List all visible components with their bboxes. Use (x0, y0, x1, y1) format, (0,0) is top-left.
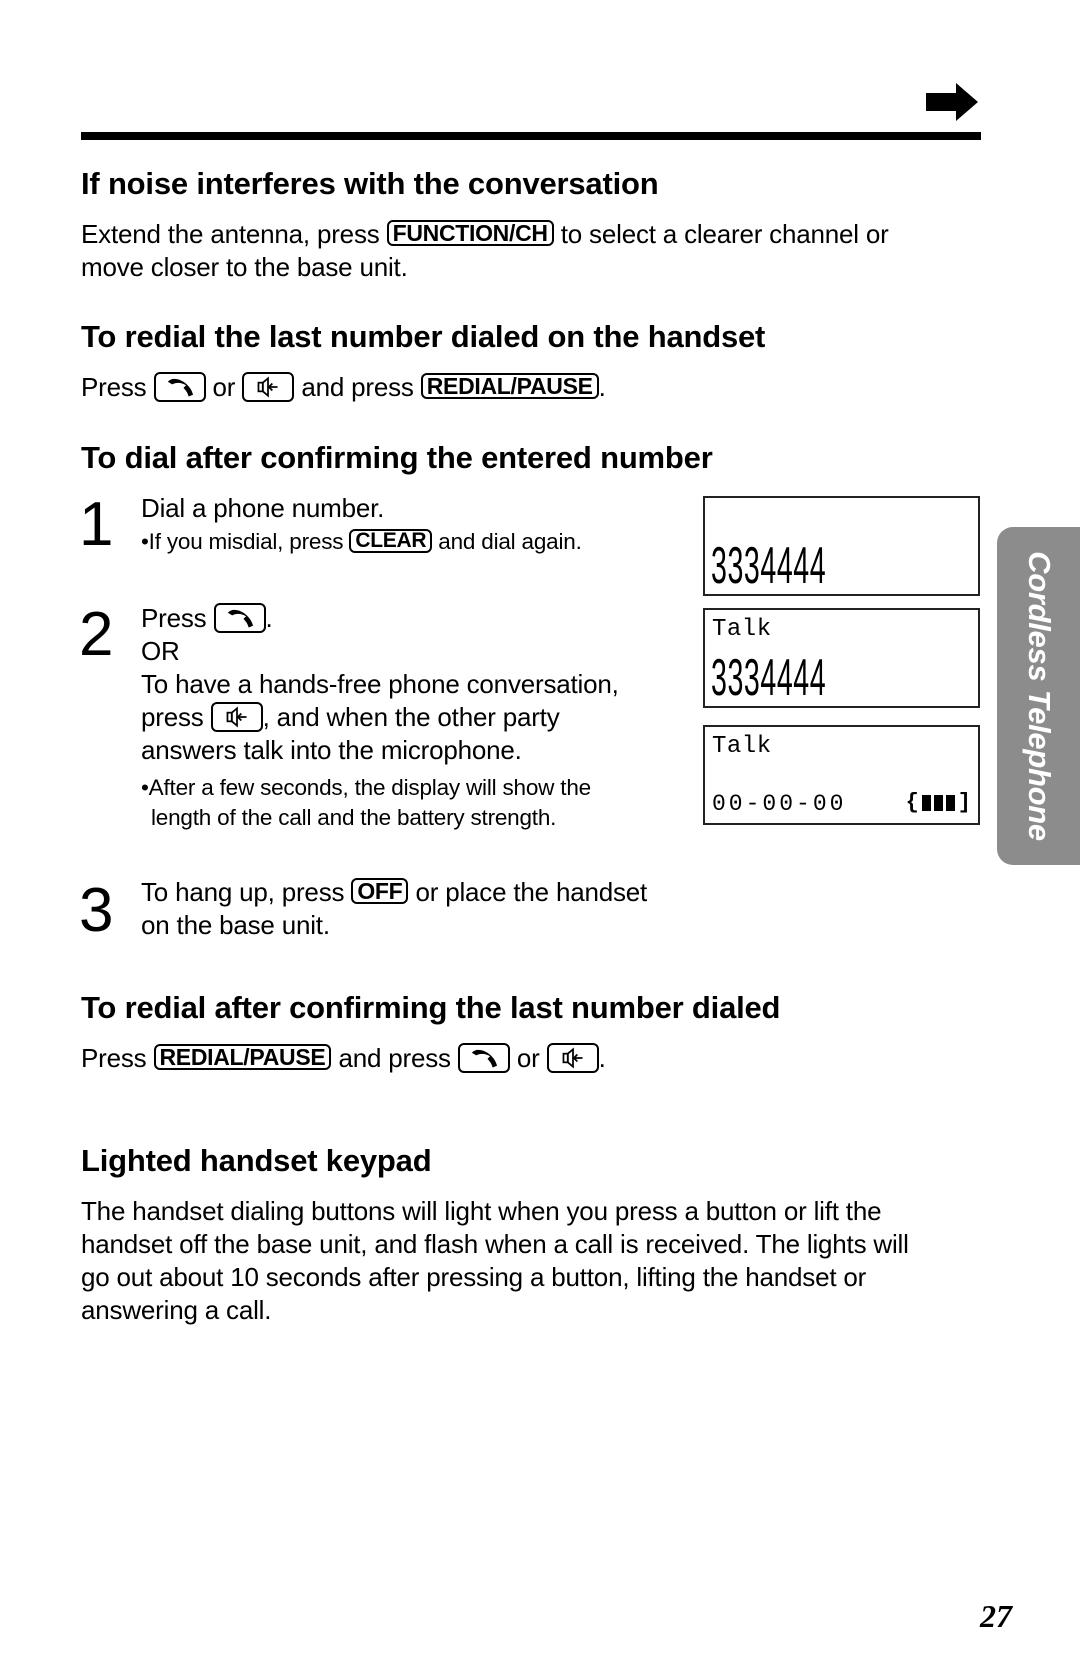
clear-key[interactable]: CLEAR (349, 529, 433, 553)
battery-bar (933, 794, 943, 811)
instruction-text: and press (338, 1043, 451, 1073)
redial-pause-key[interactable]: REDIAL/PAUSE (153, 1044, 332, 1070)
paragraph-line: answering a call. (81, 1295, 272, 1325)
page-number: 27 (980, 1598, 1012, 1634)
step-text: To have a hands-free phone conversation, (141, 669, 619, 699)
redial-confirm-heading: To redial after confirming the last numb… (81, 990, 781, 1025)
step-text: press (141, 702, 204, 732)
noise-text: move closer to the base unit. (81, 252, 408, 282)
speakerphone-key-icon[interactable] (210, 702, 263, 732)
step-note: •After a few seconds, the display will s… (141, 775, 591, 800)
speakerphone-key-icon[interactable] (242, 372, 295, 402)
step-text: answers talk into the microphone. (141, 735, 522, 765)
side-tab-label: Cordless Telephone (1021, 551, 1057, 841)
dial-confirm-heading: To dial after confirming the entered num… (81, 440, 713, 475)
instruction-text: . (598, 1043, 606, 1073)
step-text: on the base unit. (141, 910, 330, 940)
battery-bar (945, 794, 955, 811)
speakerphone-key-icon[interactable] (546, 1043, 599, 1073)
note-text: and dial again. (438, 529, 582, 554)
step-text: Press (141, 603, 207, 633)
redial-last-heading: To redial the last number dialed on the … (81, 319, 766, 354)
side-tab: Cordless Telephone (997, 527, 1080, 865)
battery-icon: { ] (906, 790, 971, 815)
talk-key-icon[interactable] (213, 603, 266, 633)
step-1: Dial a phone number. •If you misdial, pr… (141, 492, 582, 557)
noise-paragraph: Extend the antenna, press FUNCTION/CH to… (81, 218, 889, 284)
lcd-display-timer: Talk 00-00-00 { ] (703, 725, 980, 825)
paragraph-line: The handset dialing buttons will light w… (81, 1196, 882, 1226)
header-rule (81, 132, 981, 140)
step-2: Press . OR To have a hands-free phone co… (141, 602, 619, 833)
noise-text: Extend the antenna, press (81, 219, 380, 249)
paragraph-line: handset off the base unit, and flash whe… (81, 1229, 909, 1259)
lcd-label: Talk (712, 616, 772, 643)
instruction-text: or (212, 372, 236, 402)
battery-bracket: ] (957, 790, 971, 815)
step-text: To hang up, press (141, 877, 345, 907)
step-number: 3 (79, 876, 114, 945)
step-text: press , and when the other party (141, 701, 619, 734)
redial-last-instruction: Press or and press REDIAL/PAUSE. (81, 371, 606, 404)
instruction-text: Press (81, 1043, 147, 1073)
talk-key-icon[interactable] (457, 1043, 510, 1073)
lcd-display-dialed: 3334444 (703, 496, 980, 596)
off-key[interactable]: OFF (351, 878, 409, 904)
step-text: , and when the other party (262, 702, 560, 732)
step-text: Dial a phone number. (141, 493, 385, 523)
paragraph-line: go out about 10 seconds after pressing a… (81, 1262, 867, 1292)
right-arrow-icon (926, 83, 978, 121)
step-note: length of the call and the battery stren… (151, 805, 557, 830)
step-text: or place the handset (415, 877, 648, 907)
step-text: . (265, 603, 273, 633)
step-text: OR (141, 636, 180, 666)
instruction-text: Press (81, 372, 147, 402)
noise-heading: If noise interferes with the conversatio… (81, 166, 659, 201)
note-text: •If you misdial, press (141, 529, 344, 554)
battery-bracket: { (905, 790, 919, 815)
step-text: To hang up, press OFF or place the hands… (141, 876, 647, 909)
redial-confirm-instruction: Press REDIAL/PAUSE and press or . (81, 1042, 606, 1075)
step-number: 2 (79, 600, 114, 669)
step-number: 1 (79, 490, 114, 559)
step-text: Press . (141, 602, 619, 635)
instruction-text: . (598, 372, 606, 402)
function-ch-key[interactable]: FUNCTION/CH (386, 220, 554, 246)
lcd-digits: 3334444 (711, 649, 827, 707)
keypad-heading: Lighted handset keypad (81, 1143, 432, 1178)
instruction-text: or (516, 1043, 540, 1073)
battery-bar (921, 794, 931, 811)
lcd-display-talk: Talk 3334444 (703, 608, 980, 708)
lcd-label: Talk (712, 733, 772, 760)
noise-text: to select a clearer channel or (560, 219, 889, 249)
step-3: To hang up, press OFF or place the hands… (141, 876, 647, 942)
talk-key-icon[interactable] (153, 372, 206, 402)
lcd-digits: 3334444 (711, 537, 827, 595)
instruction-text: and press (301, 372, 414, 402)
call-timer: 00-00-00 (712, 791, 847, 817)
step-note: •If you misdial, press CLEAR and dial ag… (141, 527, 582, 557)
keypad-paragraph: The handset dialing buttons will light w… (81, 1195, 909, 1327)
redial-pause-key[interactable]: REDIAL/PAUSE (420, 373, 599, 399)
